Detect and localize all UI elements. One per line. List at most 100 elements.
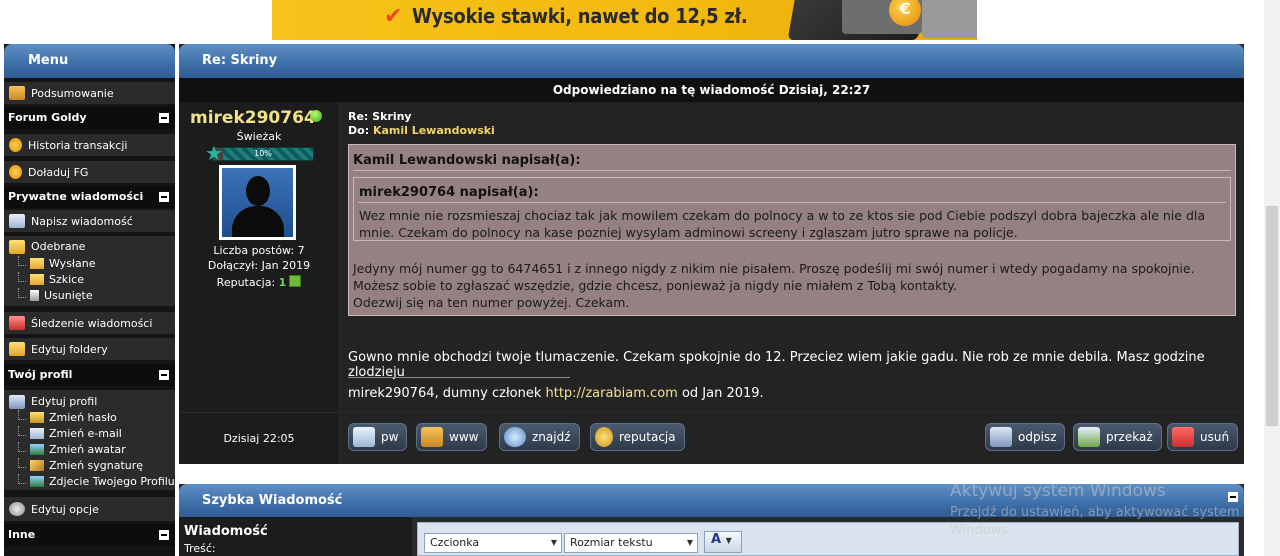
sidebar-title: Menu [4,44,175,78]
coin-icon [9,138,22,152]
picture-icon [30,476,44,487]
author-post-count: Liczba postów: 7 [213,244,305,257]
post-panel: Re: Skriny Odpowiedziano na tę wiadomość… [179,44,1244,464]
sidebar-item-summary[interactable]: Podsumowanie [4,82,175,104]
sidebar-item-change-email[interactable]: Zmień e-mail [18,425,122,440]
sidebar-item-write-message[interactable]: Napisz wiadomość [4,210,175,232]
dropdown-arrow-icon: ▼ [725,536,732,545]
sidebar-item-change-password[interactable]: Zmień hasło [18,409,117,424]
laptop-image-3 [922,0,977,38]
post-content: Re: Skriny Do: Kamil Lewandowski Kamil L… [340,102,1244,412]
gear-icon [9,502,25,516]
sidebar-menu: Menu Podsumowanie Forum Goldy Historia t… [4,44,175,556]
quick-reply-label-area: Wiadomość Treść: [179,517,412,556]
author-rank: Świeżak [236,130,282,143]
windows-activation-text: Przejdź do ustawień, aby aktywować syste… [950,505,1240,538]
envelope-icon [9,214,25,228]
sidebar-item-edit-profile[interactable]: Edytuj profil [31,395,97,408]
signature: mirek290764, dumny członek http://zarabi… [348,386,764,401]
check-icon: ✔ [384,4,403,29]
sidebar-item-change-signature[interactable]: Zmień sygnaturę [18,457,143,472]
www-button[interactable]: www [416,423,488,451]
author-info: mirek290764 Świeżak 10% ★ Liczba postów:… [179,102,339,412]
reputation-button[interactable]: reputacja [590,423,685,451]
key-icon [30,412,44,423]
rank-star-icon: ★ [205,141,223,165]
author-username[interactable]: mirek290764 [190,108,316,128]
quote-inner-author: mirek290764 napisał(a): [359,185,539,200]
windows-activation-title: Aktywuj system Windows [950,481,1166,501]
forward-icon [1078,427,1100,447]
home-icon [9,86,25,100]
signature-link[interactable]: http://zarabiam.com [546,386,678,401]
avatar[interactable] [219,165,296,240]
folder-icon [30,274,44,285]
sidebar-item-edit-options[interactable]: Edytuj opcje [4,497,175,521]
category-forum-goldy: Forum Goldy [4,107,175,129]
quote-inner: mirek290764 napisał(a): Wez mnie nie roz… [353,177,1231,241]
post-actions: pw www znajdź reputacja odpisz przekaż u… [340,413,1244,464]
delete-button[interactable]: usuń [1167,423,1239,451]
collapse-icon[interactable] [159,370,169,380]
reputation-icon [289,275,302,287]
picture-icon [30,444,44,455]
banner-text: Wysokie stawki, nawet do 12,5 zł. [412,4,748,28]
category-profile: Twój profil [4,364,175,386]
text-color-button[interactable]: A ▼ [704,531,742,553]
delete-x-icon [1172,427,1194,447]
sidebar-item-tracking[interactable]: Śledzenie wiadomości [4,312,175,334]
magnifier-icon [504,427,526,447]
collapse-icon[interactable] [159,530,169,540]
category-private-messages: Prywatne wiadomości [4,186,175,208]
collapse-icon[interactable] [1228,492,1238,502]
reply-button[interactable]: odpisz [985,423,1066,451]
sidebar-item-deleted[interactable]: Usunięte [18,287,93,302]
font-select[interactable]: Czcionka ▼ [424,533,562,553]
rank-progress-bar: 10% [212,147,314,161]
profile-card-icon [9,395,25,409]
envelope-icon [353,427,375,447]
coin-icon [9,165,22,179]
page-scrollbar[interactable] [1264,0,1280,556]
quote-inner-text: Wez mnie nie rozsmieszaj chociaz tak jak… [359,208,1206,240]
message-title: Re: Skriny [348,110,412,123]
sidebar-item-topup[interactable]: Doładuj FG [4,161,175,183]
author-joined: Dołączył: Jan 2019 [207,259,311,272]
envelope-icon [30,428,44,439]
scrollbar-thumb[interactable] [1266,206,1278,426]
sidebar-item-profile-photo[interactable]: Zdjecie Twojego Profilu [18,473,175,488]
quote-outer-text: Jedyny mój numer gg to 6474651 i z inneg… [353,261,1195,310]
message-body: Gowno mnie obchodzi twoje tlumaczenie. C… [348,350,1205,380]
medal-icon [595,427,613,447]
author-reputation: Reputacja: 1 [179,275,339,289]
message-label: Wiadomość [184,524,268,539]
collapse-icon[interactable] [159,192,169,202]
sidebar-item-change-avatar[interactable]: Zmień awatar [18,441,126,456]
reply-pen-icon [990,427,1012,447]
sidebar-item-edit-folders[interactable]: Edytuj foldery [4,338,175,360]
online-status-icon [310,110,322,122]
pm-button[interactable]: pw [348,423,408,451]
collapse-icon[interactable] [159,113,169,123]
dropdown-arrow-icon: ▼ [686,538,693,547]
folder-icon [9,240,25,254]
sidebar-item-sent[interactable]: Wysłane [18,255,96,270]
sidebar-item-drafts[interactable]: Szkice [18,271,84,286]
sidebar-item-transactions[interactable]: Historia transakcji [4,134,175,156]
content-label: Treść: [184,542,216,555]
quote-outer: Kamil Lewandowski napisał(a): mirek29076… [348,144,1236,316]
message-recipient: Do: Kamil Lewandowski [348,124,495,137]
replied-notice: Odpowiedziano na tę wiadomość Dzisiaj, 2… [179,78,1244,102]
folder-icon [30,258,44,269]
sidebar-item-inbox[interactable]: Odebrane [31,240,85,253]
post-date: Dzisiaj 22:05 [179,413,339,464]
category-other: Inne [4,524,175,546]
tracking-icon [9,316,25,330]
home-icon [421,427,443,447]
forward-button[interactable]: przekaż [1073,423,1162,451]
pen-icon [30,460,44,471]
font-size-select[interactable]: Rozmiar tekstu ▼ [564,533,698,553]
find-button[interactable]: znajdź [499,423,580,451]
ad-banner[interactable]: ✔ Wysokie stawki, nawet do 12,5 zł. € [272,0,977,40]
quote-outer-author: Kamil Lewandowski napisał(a): [353,153,581,168]
